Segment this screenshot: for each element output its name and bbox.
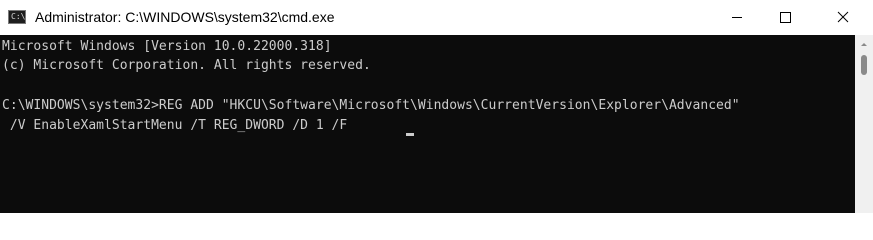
console-line: (c) Microsoft Corporation. All rights re… <box>2 58 371 73</box>
console-output[interactable]: Microsoft Windows [Version 10.0.22000.31… <box>0 35 855 213</box>
cmd-icon[interactable]: C:\ <box>8 10 26 24</box>
maximize-button[interactable] <box>761 0 809 35</box>
title-bar[interactable]: C:\ Administrator: C:\WINDOWS\system32\c… <box>0 0 873 35</box>
scroll-thumb[interactable] <box>861 55 867 75</box>
close-button[interactable] <box>825 0 873 35</box>
scroll-up-arrow-icon <box>861 43 867 46</box>
maximize-icon <box>780 12 791 23</box>
window-title: Administrator: C:\WINDOWS\system32\cmd.e… <box>35 9 335 25</box>
cmd-window: C:\ Administrator: C:\WINDOWS\system32\c… <box>0 0 873 213</box>
console-line: Microsoft Windows [Version 10.0.22000.31… <box>2 39 332 54</box>
close-icon <box>837 11 849 23</box>
console-line: /V EnableXamlStartMenu /T REG_DWORD /D 1… <box>2 118 348 133</box>
minimize-button[interactable] <box>713 0 761 35</box>
console-line: C:\WINDOWS\system32>REG ADD "HKCU\Softwa… <box>2 98 740 113</box>
cmd-icon-glyph: C:\ <box>11 12 26 21</box>
minimize-icon <box>732 17 742 18</box>
vertical-scrollbar[interactable] <box>855 35 873 213</box>
scroll-up-button[interactable] <box>855 35 873 53</box>
text-cursor <box>406 133 414 136</box>
